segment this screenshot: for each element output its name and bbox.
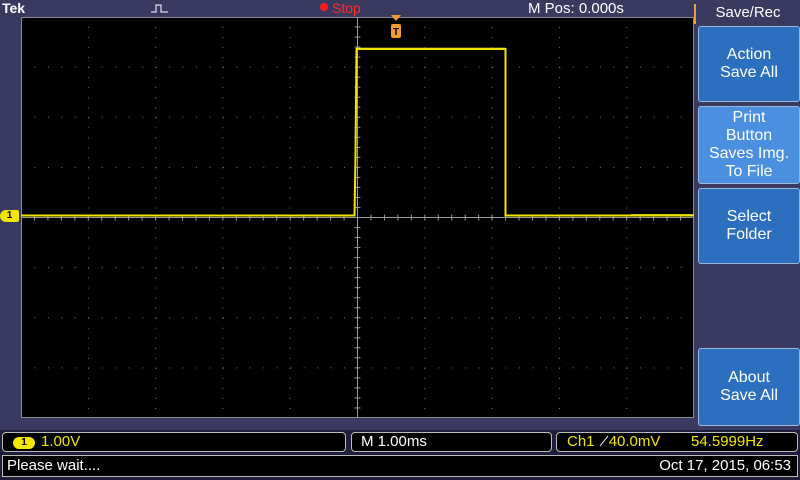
channel1-scale: 1.00V [41,433,81,450]
timebase-readout[interactable]: M 1.00ms [351,432,552,452]
about-save-all-button[interactable]: About Save All [698,348,800,426]
print-button-saves-image-button[interactable]: Print Button Saves Img. To File [698,106,800,184]
trigger-position-marker[interactable]: T [390,14,402,40]
graticule [21,17,694,418]
channel1-badge: 1 [13,437,35,449]
timebase-value: M 1.00ms [361,433,427,450]
horizontal-position: M Pos: 0.000s [528,0,624,17]
action-save-all-button[interactable]: Action Save All [698,26,800,102]
channel1-level-marker[interactable]: 1 [0,210,19,222]
channel1-scale-readout[interactable]: 1 1.00V [2,432,346,452]
side-menu: Save/Rec Action Save All Print Button Sa… [694,0,800,430]
waveform-display [21,17,694,418]
acquisition-state: Stop [320,0,361,16]
trigger-readout[interactable]: Ch1 40.0mV 54.5999Hz [556,432,798,452]
pulse-waveform-icon [151,4,168,13]
trigger-source: Ch1 [567,433,595,450]
select-folder-button[interactable]: Select Folder [698,188,800,264]
trigger-level: 40.0mV [608,433,661,450]
status-datetime: Oct 17, 2015, 06:53 [659,457,791,474]
frequency-readout: 54.5999Hz [691,433,764,450]
status-line: Please wait.... Oct 17, 2015, 06:53 [2,455,798,477]
svg-text:T: T [393,27,399,38]
menu-title: Save/Rec [694,4,800,24]
status-message: Please wait.... [7,457,101,474]
top-status-bar: Tek Stop M Pos: 0.000s [0,0,694,17]
readout-bar: 1 1.00V M 1.00ms Ch1 40.0mV 54.5999Hz Ple… [0,430,800,480]
stop-dot-icon [320,3,328,11]
rising-edge-icon [599,435,609,447]
brand-label: Tek [2,0,26,16]
